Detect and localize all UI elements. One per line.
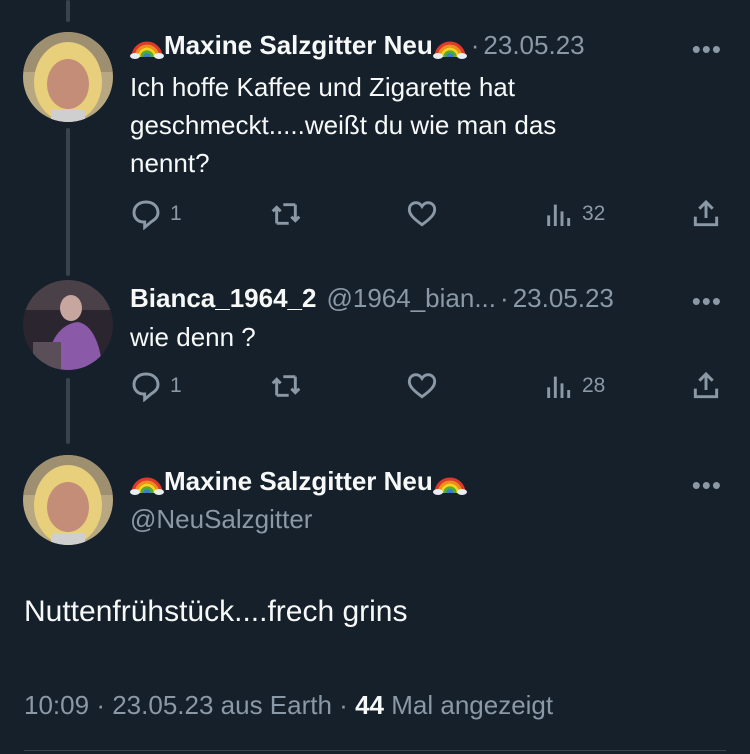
more-icon[interactable]: ••• [692, 286, 722, 317]
author-name[interactable]: Maxine Salzgitter Neu [164, 30, 433, 61]
tweet-meta: 10:09 · 23.05.23 aus Earth · 44 Mal ange… [24, 690, 553, 721]
retweet-button[interactable] [270, 370, 302, 402]
tweet-header: Bianca_1964_2 @1964_bian... · 23.05.23 [130, 283, 614, 314]
views-count: 44 [355, 690, 384, 720]
thread-line-1 [66, 128, 70, 276]
separator: · [500, 283, 509, 313]
more-icon[interactable]: ••• [692, 470, 722, 501]
views-count: 28 [582, 374, 606, 397]
like-button[interactable] [406, 370, 438, 402]
reply-button[interactable]: 1 [130, 370, 182, 402]
views-button[interactable]: 28 [542, 370, 605, 402]
reply-button[interactable]: 1 [130, 198, 182, 230]
tweet-text-line: geschmeckt.....weißt du wie man das [130, 110, 557, 140]
share-button[interactable] [690, 198, 722, 230]
reply-icon [132, 372, 160, 402]
tweet-text: wie denn ? [130, 322, 256, 352]
thread-line-2 [66, 378, 70, 444]
like-icon [407, 201, 437, 227]
thread-line-top [66, 0, 70, 22]
share-button[interactable] [690, 370, 722, 402]
views-count: 32 [582, 202, 606, 225]
tweet-actions: 1 28 [130, 370, 725, 404]
avatar[interactable] [23, 455, 113, 545]
like-button[interactable] [406, 198, 438, 230]
like-icon [407, 373, 437, 399]
avatar[interactable] [23, 32, 113, 122]
views-icon [547, 204, 571, 226]
retweet-button[interactable] [270, 198, 302, 230]
tweet-date[interactable]: 23.05.23 [483, 30, 584, 61]
tweet-text-line: Ich hoffe Kaffee und Zigarette hat [130, 72, 515, 102]
rainbow-icon [130, 33, 164, 59]
divider [24, 750, 726, 751]
retweet-icon [271, 203, 301, 225]
rainbow-icon [130, 469, 164, 495]
separator: · [339, 690, 348, 720]
retweet-icon [271, 375, 301, 397]
tweet-text-line: nennt? [130, 148, 210, 178]
author-handle[interactable]: @NeuSalzgitter [130, 504, 312, 535]
author-handle[interactable]: @1964_bian... [326, 283, 496, 314]
tweet-text: Nuttenfrühstück....frech grins [24, 595, 408, 628]
reply-count: 1 [170, 374, 182, 397]
tweet-text: Ich hoffe Kaffee und Zigarette hat gesch… [130, 68, 690, 182]
author-name[interactable]: Maxine Salzgitter Neu [164, 466, 433, 497]
share-icon [693, 199, 719, 227]
tweet-date-source[interactable]: 23.05.23 aus Earth [112, 690, 332, 720]
share-icon [693, 371, 719, 399]
tweet-header: Maxine Salzgitter Neu · 23.05.23 [130, 30, 585, 61]
views-button[interactable]: 32 [542, 198, 605, 230]
reply-icon [132, 200, 160, 230]
rainbow-icon [433, 33, 467, 59]
reply-count: 1 [170, 202, 182, 225]
tweet-actions: 1 32 [130, 198, 725, 232]
author-name[interactable]: Bianca_1964_2 [130, 283, 316, 314]
avatar[interactable] [23, 280, 113, 370]
separator: · [96, 690, 105, 720]
tweet-date[interactable]: 23.05.23 [513, 283, 614, 314]
tweet-time[interactable]: 10:09 [24, 690, 89, 720]
more-icon[interactable]: ••• [692, 34, 722, 65]
views-icon [547, 376, 571, 398]
views-label: Mal angezeigt [391, 690, 554, 720]
rainbow-icon [433, 469, 467, 495]
separator: · [470, 30, 480, 60]
main-author-name[interactable]: Maxine Salzgitter Neu [130, 466, 467, 497]
